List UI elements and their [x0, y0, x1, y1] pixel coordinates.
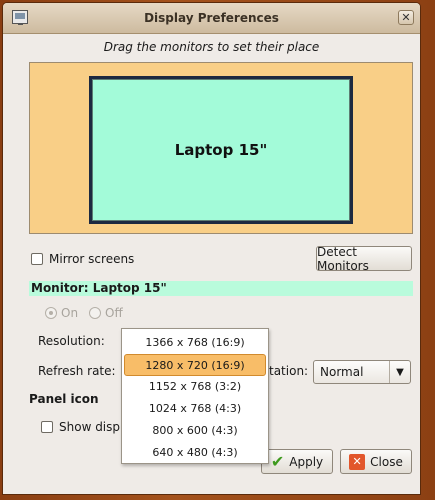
checkmark-icon: ✔: [270, 452, 285, 471]
instruction-text: Drag the monitors to set their place: [103, 40, 320, 54]
refresh-rate-label: Refresh rate:: [38, 364, 116, 378]
show-displays-label[interactable]: Show displa: [59, 420, 131, 434]
power-on-label: On: [61, 306, 79, 320]
close-button[interactable]: ✕ Close: [340, 449, 412, 474]
detect-monitors-button[interactable]: Detect Monitors: [316, 244, 412, 273]
mirror-screens-label[interactable]: Mirror screens: [49, 252, 134, 266]
power-off-label: Off: [105, 306, 123, 320]
rotation-select[interactable]: Normal ▼: [313, 360, 411, 384]
power-on-radio[interactable]: [45, 307, 57, 319]
resolution-dropdown-list[interactable]: 1366 x 768 (16:9) 1280 x 720 (16:9) 1152…: [121, 328, 269, 464]
show-displays-checkbox[interactable]: [41, 421, 53, 433]
resolution-option[interactable]: 800 x 600 (4:3): [124, 420, 266, 442]
resolution-option[interactable]: 1024 x 768 (4:3): [124, 398, 266, 420]
power-off-radio[interactable]: [89, 307, 101, 319]
resolution-option[interactable]: 640 x 480 (4:3): [124, 442, 266, 464]
monitor-arrangement-canvas[interactable]: Laptop 15": [29, 62, 413, 234]
chevron-down-icon[interactable]: ▼: [389, 361, 410, 383]
resolution-option-selected[interactable]: 1280 x 720 (16:9): [124, 354, 266, 376]
close-window-icon[interactable]: ✕: [398, 10, 414, 25]
rotation-value: Normal: [320, 365, 364, 379]
apply-button[interactable]: ✔ Apply: [261, 449, 333, 474]
resolution-label: Resolution:: [38, 334, 105, 348]
window-title: Display Preferences: [144, 11, 279, 25]
mirror-screens-checkbox[interactable]: [31, 253, 43, 265]
close-icon: ✕: [349, 453, 366, 470]
close-label: Close: [370, 454, 403, 469]
display-preferences-window: Display Preferences ✕ Drag the monitors …: [2, 2, 421, 495]
detect-monitors-label: Detect Monitors: [317, 244, 369, 273]
title-bar[interactable]: Display Preferences ✕: [3, 3, 420, 34]
resolution-option[interactable]: 1366 x 768 (16:9): [124, 332, 266, 354]
rotation-label: tation:: [269, 364, 309, 378]
monitor-label: Laptop 15": [92, 79, 350, 221]
monitor-section-header: Monitor: Laptop 15": [29, 281, 413, 296]
resolution-option[interactable]: 1152 x 768 (3:2): [124, 376, 266, 398]
panel-icon-heading: Panel icon: [29, 392, 99, 406]
monitor-laptop[interactable]: Laptop 15": [89, 76, 353, 224]
apply-label: Apply: [289, 454, 324, 469]
